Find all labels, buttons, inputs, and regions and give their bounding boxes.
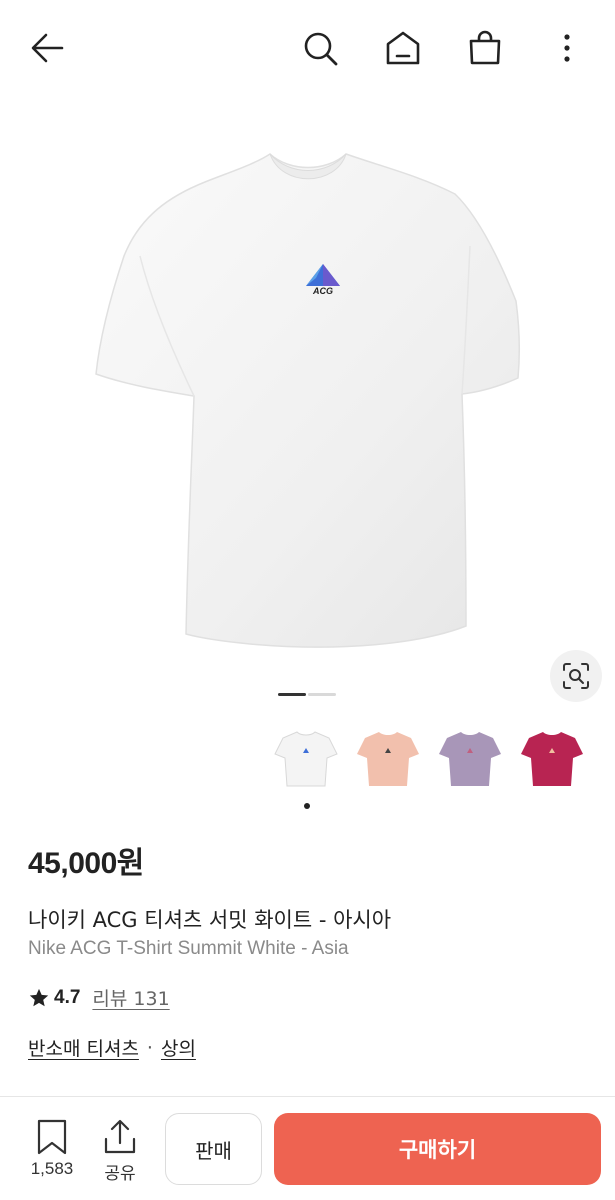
selected-thumbnail-indicator: [304, 803, 310, 809]
color-thumbnails: [270, 722, 588, 794]
lens-search-icon: [563, 663, 589, 689]
carousel-pager: [278, 693, 336, 696]
home-button[interactable]: [381, 26, 425, 70]
share-label: 공유: [104, 1164, 136, 1183]
image-search-button[interactable]: [550, 650, 602, 702]
thumbnail-magenta[interactable]: [516, 722, 588, 794]
category-link-tops[interactable]: 상의: [161, 1034, 196, 1061]
back-button[interactable]: [26, 26, 70, 70]
pager-indicator: [308, 693, 336, 696]
top-navigation-bar: [0, 0, 615, 96]
search-icon: [304, 32, 338, 66]
reviews-link[interactable]: 리뷰 131: [92, 984, 169, 1011]
share-button[interactable]: 공유: [96, 1119, 144, 1184]
product-title-korean: 나이키 ACG 티셔츠 서밋 화이트 - 아시아: [28, 908, 392, 932]
more-options-button[interactable]: [545, 26, 589, 70]
shopping-bag-button[interactable]: [463, 26, 507, 70]
buy-button[interactable]: 구매하기: [274, 1113, 601, 1185]
pager-indicator-active: [278, 693, 306, 696]
thumbnail-shirt-magenta: [521, 732, 583, 786]
product-price: 45,000원: [28, 847, 144, 880]
bottom-action-bar: 1,583 공유 판매 구매하기: [0, 1096, 615, 1200]
thumbnail-shirt-white: [274, 731, 338, 787]
bookmark-icon: [37, 1119, 67, 1155]
sell-button[interactable]: 판매: [165, 1113, 262, 1185]
share-icon: [104, 1119, 136, 1154]
category-link-short-sleeve[interactable]: 반소매 티셔츠: [28, 1034, 139, 1061]
product-title-english: Nike ACG T-Shirt Summit White - Asia: [28, 938, 349, 959]
arrow-left-icon: [31, 33, 64, 63]
rating-row: 4.7 리뷰 131: [28, 984, 170, 1011]
thumbnail-shirt-purple: [439, 732, 501, 786]
star-icon: [29, 988, 49, 1006]
search-button[interactable]: [298, 26, 342, 70]
product-image-carousel[interactable]: ACG: [0, 96, 615, 716]
save-count: 1,583: [30, 1159, 74, 1178]
rating-score: 4.7: [54, 986, 81, 1008]
product-image: ACG: [95, 153, 521, 648]
thumbnail-pink[interactable]: [352, 722, 424, 794]
shopping-bag-icon: [469, 30, 501, 65]
thumbnail-shirt-pink: [357, 732, 419, 786]
category-breadcrumb: 반소매 티셔츠 · 상의: [28, 1034, 196, 1061]
category-separator: ·: [146, 1036, 153, 1059]
acg-logo-text: ACG: [312, 286, 333, 296]
thumbnail-white[interactable]: [270, 722, 342, 794]
thumbnail-purple[interactable]: [434, 722, 506, 794]
save-button[interactable]: 1,583: [26, 1119, 78, 1179]
more-vertical-icon: [564, 34, 570, 62]
home-icon: [386, 31, 420, 65]
